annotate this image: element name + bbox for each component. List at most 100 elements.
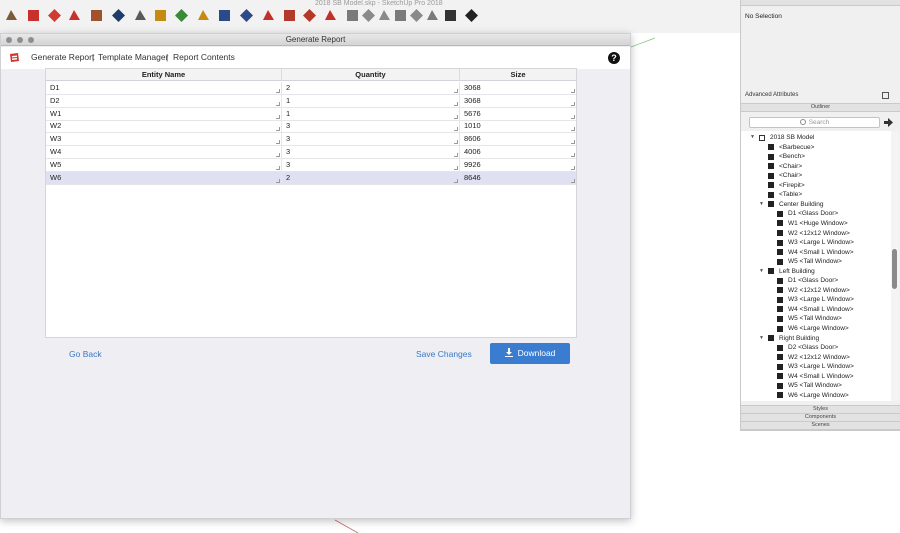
cell-size[interactable]: 9926 bbox=[460, 159, 576, 171]
outliner-scrollbar[interactable] bbox=[891, 131, 899, 401]
resize-grip-icon[interactable] bbox=[454, 114, 458, 119]
outliner-item[interactable]: <Barbecue> bbox=[779, 143, 814, 152]
resize-grip-icon[interactable] bbox=[276, 153, 280, 157]
nav-report-contents[interactable]: Report Contents bbox=[173, 52, 235, 62]
resize-grip-icon[interactable] bbox=[276, 178, 280, 183]
outliner-item[interactable]: W4 <Small L Window> bbox=[788, 248, 854, 257]
cell-size[interactable]: 1010 bbox=[460, 120, 576, 132]
cell-size[interactable]: 3068 bbox=[460, 95, 576, 107]
tape-measure-tool-icon[interactable] bbox=[111, 8, 126, 23]
outliner-item[interactable]: W4 <Small L Window> bbox=[788, 372, 854, 381]
expand-toggle-icon[interactable]: ▼ bbox=[759, 200, 764, 209]
help-icon[interactable]: ? bbox=[608, 52, 620, 64]
3d-warehouse-icon[interactable] bbox=[261, 8, 276, 23]
select-tool-icon[interactable] bbox=[4, 8, 19, 23]
outliner-item[interactable]: W3 <Large L Window> bbox=[788, 295, 854, 304]
resize-grip-icon[interactable] bbox=[454, 165, 458, 170]
save-changes-button[interactable]: Save Changes bbox=[416, 349, 472, 359]
shaded-style-icon[interactable] bbox=[443, 8, 458, 23]
resize-grip-icon[interactable] bbox=[276, 101, 280, 106]
display-toggle-icon[interactable] bbox=[464, 8, 479, 23]
view-right-icon[interactable] bbox=[393, 8, 408, 23]
outliner-item[interactable]: <Firepit> bbox=[779, 181, 805, 190]
nav-template-manager[interactable]: Template Manager bbox=[98, 52, 168, 62]
resize-grip-icon[interactable] bbox=[454, 101, 458, 106]
outliner-item[interactable]: Left Building bbox=[779, 267, 815, 276]
cell-size[interactable]: 5676 bbox=[460, 108, 576, 120]
table-row[interactable]: D2 1 3068 bbox=[46, 94, 576, 108]
outliner-item[interactable]: <Chair> bbox=[779, 162, 802, 171]
advanced-attributes-label[interactable]: Advanced Attributes bbox=[745, 92, 798, 98]
outliner-item[interactable]: W5 <Tall Window> bbox=[788, 314, 842, 323]
table-row[interactable]: W3 3 8606 bbox=[46, 133, 576, 147]
resize-grip-icon[interactable] bbox=[454, 140, 458, 145]
view-left-icon[interactable] bbox=[425, 8, 440, 23]
resize-grip-icon[interactable] bbox=[571, 140, 575, 145]
cell-size[interactable]: 8606 bbox=[460, 133, 576, 145]
resize-grip-icon[interactable] bbox=[276, 140, 280, 145]
orbit-tool-icon[interactable] bbox=[153, 8, 168, 23]
advanced-attributes-icon[interactable] bbox=[882, 92, 889, 99]
ruby-console-icon[interactable] bbox=[323, 8, 338, 23]
outliner-item[interactable]: W6 <Large Window> bbox=[788, 391, 849, 400]
resize-grip-icon[interactable] bbox=[454, 178, 458, 183]
download-button[interactable]: Download bbox=[490, 343, 570, 364]
cell-name[interactable]: W1 bbox=[46, 107, 282, 120]
outliner-item[interactable]: W5 <Tall Window> bbox=[788, 381, 842, 390]
resize-grip-icon[interactable] bbox=[571, 165, 575, 170]
view-front-icon[interactable] bbox=[377, 8, 392, 23]
resize-grip-icon[interactable] bbox=[454, 89, 458, 93]
outliner-item[interactable]: W1 <Huge Window> bbox=[788, 219, 848, 228]
resize-grip-icon[interactable] bbox=[276, 114, 280, 119]
go-back-button[interactable]: Go Back bbox=[69, 349, 102, 359]
cell-name[interactable]: W5 bbox=[46, 158, 282, 171]
outliner-item[interactable]: D2 <Glass Door> bbox=[788, 343, 838, 352]
view-iso-icon[interactable] bbox=[345, 8, 360, 23]
cell-size[interactable]: 8646 bbox=[460, 172, 576, 184]
cell-name[interactable]: W3 bbox=[46, 133, 282, 146]
table-row[interactable]: W1 1 5676 bbox=[46, 107, 576, 121]
outliner-item[interactable]: <Table> bbox=[779, 190, 802, 199]
entity-info-header[interactable] bbox=[741, 0, 900, 6]
cell-name[interactable]: W6 bbox=[46, 171, 282, 184]
cell-quantity[interactable]: 1 bbox=[282, 107, 460, 120]
scroll-thumb[interactable] bbox=[892, 249, 897, 289]
cell-quantity[interactable]: 3 bbox=[282, 158, 460, 171]
outliner-item[interactable]: <Bench> bbox=[779, 152, 805, 161]
outliner-item[interactable]: D1 <Glass Door> bbox=[788, 209, 838, 218]
nav-generate-report[interactable]: Generate Report bbox=[31, 52, 94, 62]
column-header-entity-name[interactable]: Entity Name bbox=[46, 69, 282, 81]
outliner-item[interactable]: W2 <12x12 Window> bbox=[788, 229, 850, 238]
cell-quantity[interactable]: 3 bbox=[282, 133, 460, 146]
pan-tool-icon[interactable] bbox=[174, 8, 189, 23]
expand-toggle-icon[interactable]: ▼ bbox=[750, 133, 755, 142]
resize-grip-icon[interactable] bbox=[571, 89, 575, 93]
cell-quantity[interactable]: 3 bbox=[282, 146, 460, 158]
outliner-search-input[interactable]: Search bbox=[749, 117, 880, 128]
cell-quantity[interactable]: 3 bbox=[282, 120, 460, 133]
rotate-tool-icon[interactable] bbox=[67, 8, 82, 23]
outliner-item[interactable]: W3 <Large L Window> bbox=[788, 362, 854, 371]
outliner-item[interactable]: <Chair> bbox=[779, 171, 802, 180]
table-row[interactable]: W4 3 4006 bbox=[46, 146, 576, 159]
zoom-tool-icon[interactable] bbox=[217, 8, 232, 23]
outliner-item[interactable]: W3 <Large L Window> bbox=[788, 238, 854, 247]
cell-name[interactable]: W4 bbox=[46, 146, 282, 158]
outliner-item[interactable]: W5 <Tall Window> bbox=[788, 257, 842, 266]
resize-grip-icon[interactable] bbox=[571, 114, 575, 119]
resize-grip-icon[interactable] bbox=[276, 127, 280, 132]
expand-toggle-icon[interactable]: ▼ bbox=[759, 334, 764, 343]
outliner-item[interactable]: W2 <12x12 Window> bbox=[788, 286, 850, 295]
view-top-icon[interactable] bbox=[361, 8, 376, 23]
protractor-tool-icon[interactable] bbox=[196, 8, 211, 23]
resize-grip-icon[interactable] bbox=[571, 127, 575, 132]
paint-tool-icon[interactable] bbox=[26, 8, 41, 23]
outliner-item[interactable]: D1 <Glass Door> bbox=[788, 276, 838, 285]
table-row[interactable]: W2 3 1010 bbox=[46, 120, 576, 134]
outliner-item[interactable]: W4 <Small L Window> bbox=[788, 305, 854, 314]
outliner-header[interactable]: Outliner bbox=[741, 103, 900, 112]
text-tool-icon[interactable] bbox=[133, 8, 148, 23]
extension-warehouse-icon[interactable] bbox=[282, 8, 297, 23]
cell-name[interactable]: D1 bbox=[46, 82, 282, 94]
outliner-details-arrow-icon[interactable] bbox=[884, 118, 893, 127]
